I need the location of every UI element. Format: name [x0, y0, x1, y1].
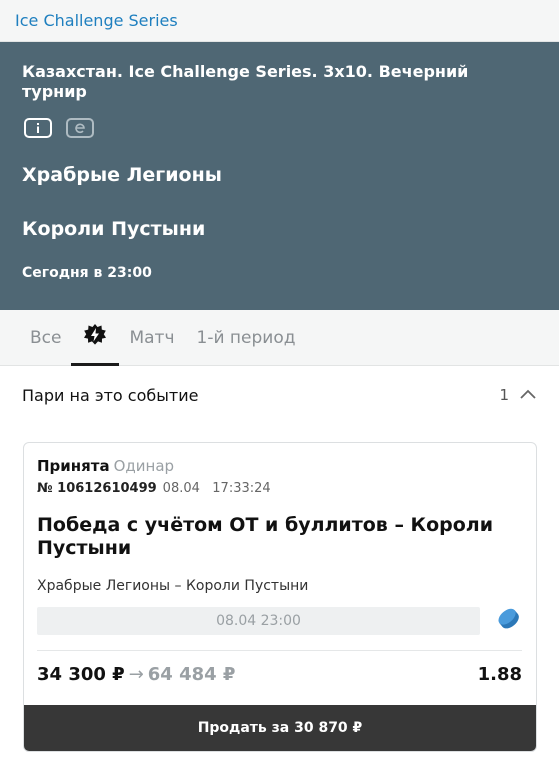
section-title: Пари на это событие: [22, 385, 199, 405]
market-tabs: Все Матч 1-й период: [0, 310, 559, 366]
hockey-puck-icon: [496, 606, 522, 636]
tab-all[interactable]: Все: [30, 310, 61, 366]
event-time-pill: 08.04 23:00: [37, 607, 480, 635]
team-home: Храбрые Легионы: [22, 164, 222, 186]
bet-status-row: Принята Одинар: [37, 457, 522, 475]
tab-match-label: Матч: [129, 327, 175, 348]
info-icon[interactable]: [24, 118, 52, 138]
bet-amounts: 34 300 ₽ → 64 484 ₽: [37, 664, 235, 685]
event-header: Казахстан. Ice Challenge Series. 3x10. В…: [0, 42, 559, 310]
tournament-name: Казахстан. Ice Challenge Series. 3x10. В…: [22, 62, 469, 101]
bets-count: 1: [499, 386, 509, 404]
top-bar: Ice Challenge Series: [0, 0, 559, 42]
team-away: Короли Пустыни: [22, 218, 206, 240]
bet-number: № 10612610499: [37, 481, 157, 496]
flash-icon: [83, 323, 107, 352]
event-time-row: 08.04 23:00: [37, 606, 522, 636]
bet-type: Одинар: [113, 457, 175, 475]
bet-stake: 34 300 ₽: [37, 663, 125, 685]
event-icons: [24, 118, 537, 138]
bet-datetime: 08.04 17:33:24: [162, 481, 271, 496]
bet-status: Принята: [37, 457, 110, 475]
bet-teams: Храбрые Легионы – Короли Пустыни: [37, 578, 309, 594]
tab-first-period[interactable]: 1-й период: [197, 310, 296, 366]
e-icon[interactable]: [66, 118, 94, 138]
app-title[interactable]: Ice Challenge Series: [15, 11, 178, 30]
bet-card[interactable]: Принята Одинар № 10612610499 08.04 17:33:2…: [23, 442, 537, 752]
tab-all-label: Все: [30, 327, 62, 348]
tab-first-period-label: 1-й период: [196, 327, 296, 348]
match-time: Сегодня в 23:00: [22, 265, 152, 281]
sell-button[interactable]: Продать за 30 870 ₽: [24, 705, 536, 751]
bet-coefficient: 1.88: [477, 663, 522, 685]
bet-outcome: Победа с учётом ОТ и буллитов – Короли П…: [37, 514, 494, 559]
amount-row: 34 300 ₽ → 64 484 ₽ 1.88: [37, 651, 522, 697]
tab-live[interactable]: [71, 310, 120, 366]
bet-meta: № 10612610499 08.04 17:33:24: [37, 481, 522, 496]
bet-payout: 64 484 ₽: [147, 663, 236, 685]
bets-section-header[interactable]: Пари на это событие 1: [0, 368, 559, 422]
arrow-right-icon: →: [128, 663, 144, 685]
tab-match[interactable]: Матч: [129, 310, 174, 366]
section-controls: 1: [499, 386, 537, 404]
chevron-up-icon[interactable]: [519, 386, 537, 404]
